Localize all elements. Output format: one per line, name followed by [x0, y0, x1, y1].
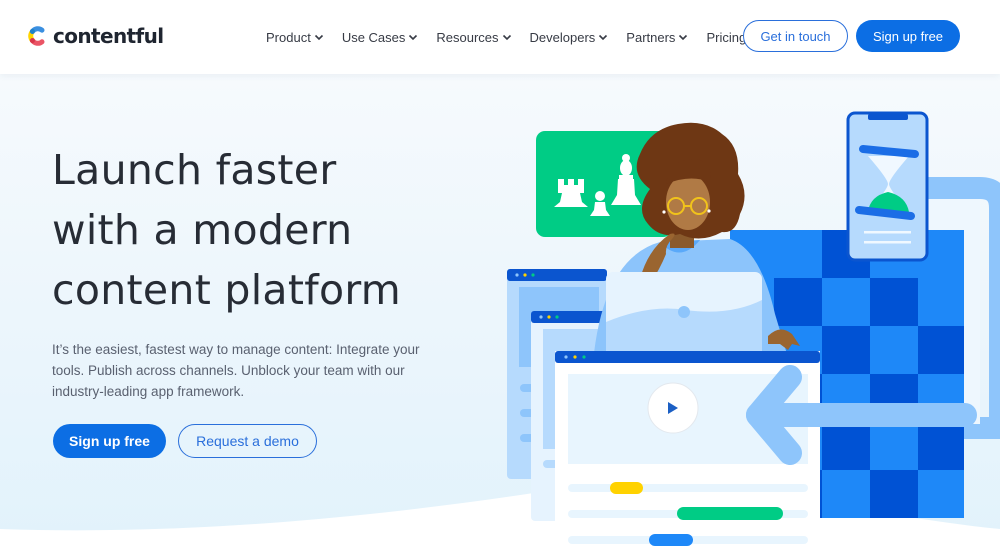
nav-item-label: Resources — [436, 29, 499, 45]
request-demo-button[interactable]: Request a demo — [178, 424, 317, 458]
nav-item-developers[interactable]: Developers — [530, 30, 609, 45]
contentful-logo-icon — [28, 26, 45, 46]
logo-wordmark: contentful — [53, 24, 164, 48]
nav-item-label: Partners — [626, 29, 676, 45]
chevron-down-icon — [599, 34, 608, 41]
chevron-down-icon — [409, 34, 418, 41]
play-button[interactable] — [647, 382, 699, 434]
hero-headline: Launch faster with a modern content plat… — [52, 140, 492, 320]
hero-sign-up-button[interactable]: Sign up free — [53, 424, 166, 458]
headline-line: content platform — [52, 266, 402, 314]
site-header: contentful Product Use Cases Resources D… — [0, 0, 1000, 74]
get-in-touch-button[interactable]: Get in touch — [743, 20, 848, 52]
chevron-down-icon — [679, 34, 688, 41]
nav-item-partners[interactable]: Partners — [626, 30, 688, 45]
phone — [846, 111, 929, 262]
nav-item-resources[interactable]: Resources — [436, 30, 511, 45]
headline-line: with a modern — [52, 206, 353, 254]
hero-illustration — [507, 111, 1000, 558]
hero-subtext: It’s the easiest, fastest way to manage … — [52, 342, 420, 399]
header-sign-up-button[interactable]: Sign up free — [856, 20, 960, 52]
chevron-down-icon — [502, 34, 511, 41]
nav-item-pricing[interactable]: Pricing — [706, 30, 746, 45]
nav-item-use-cases[interactable]: Use Cases — [342, 30, 419, 45]
nav-item-product[interactable]: Product — [266, 30, 324, 45]
headline-line: Launch faster — [52, 146, 337, 194]
main-nav: Product Use Cases Resources Developers P… — [266, 27, 746, 47]
nav-item-label: Pricing — [706, 29, 747, 45]
chevron-down-icon — [314, 34, 323, 41]
nav-item-label: Use Cases — [341, 29, 406, 45]
nav-item-label: Product — [266, 29, 311, 45]
contentful-logo[interactable]: contentful — [24, 22, 164, 50]
nav-item-label: Developers — [529, 29, 596, 45]
